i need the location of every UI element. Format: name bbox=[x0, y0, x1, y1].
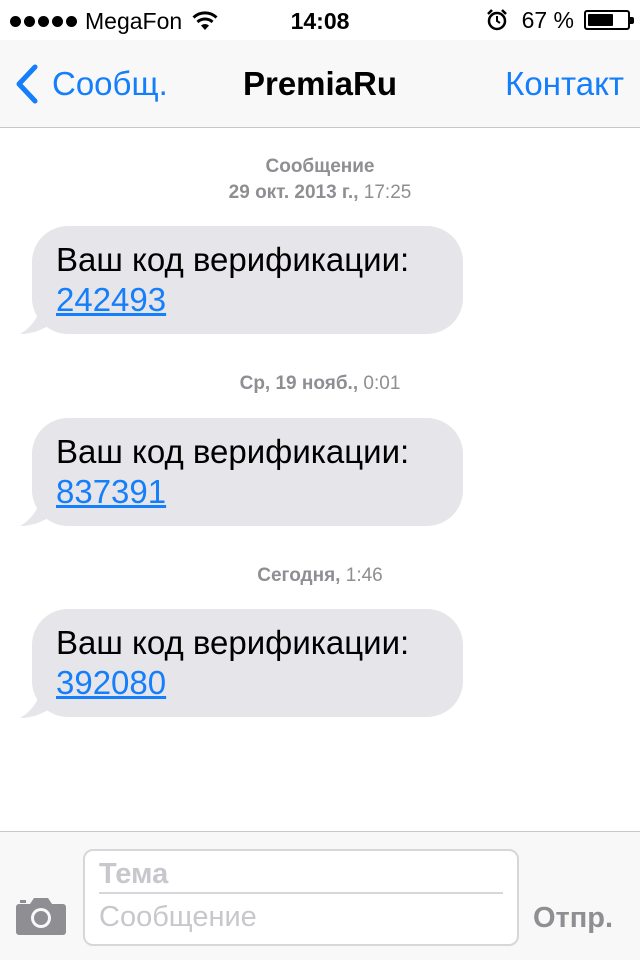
timestamp-time: 0:01 bbox=[358, 373, 401, 394]
message-text: Ваш код верификации: bbox=[56, 433, 410, 470]
subject-input[interactable]: Тема bbox=[99, 858, 503, 894]
timestamp-time: 17:25 bbox=[358, 182, 412, 203]
battery-fill bbox=[588, 14, 614, 26]
battery-icon bbox=[584, 10, 634, 30]
timestamp: Сегодня, 1:46 bbox=[0, 563, 640, 589]
message-bubble[interactable]: Ваш код верификации: 242493 bbox=[32, 226, 463, 334]
verification-code-link[interactable]: 392080 bbox=[56, 663, 166, 703]
nav-bar: Сообщ. PremiaRu Контакт bbox=[0, 40, 640, 128]
timestamp-date: Сегодня, bbox=[257, 565, 341, 586]
timestamp-time: 1:46 bbox=[340, 565, 383, 586]
message-bubble[interactable]: Ваш код верификации: 392080 bbox=[32, 609, 463, 717]
verification-code-link[interactable]: 242493 bbox=[56, 280, 166, 320]
status-right: 67 % bbox=[486, 6, 634, 33]
battery-percentage: 67 % bbox=[521, 6, 574, 33]
contact-button[interactable]: Контакт bbox=[505, 65, 624, 103]
timestamp: Сообщение 29 окт. 2013 г., 17:25 bbox=[0, 154, 640, 206]
message-text: Ваш код верификации: bbox=[56, 624, 410, 661]
message-input-box[interactable]: Тема Сообщение bbox=[83, 849, 519, 946]
alarm-clock-icon bbox=[486, 9, 507, 31]
verification-code-link[interactable]: 837391 bbox=[56, 472, 166, 512]
message-list[interactable]: Сообщение 29 окт. 2013 г., 17:25 Ваш код… bbox=[0, 128, 640, 831]
message-bubble[interactable]: Ваш код верификации: 837391 bbox=[32, 418, 463, 526]
message-text: Ваш код верификации: bbox=[56, 241, 410, 278]
status-bar: MegaFon 14:08 67 % bbox=[0, 0, 640, 40]
timestamp-date: 29 окт. 2013 г., bbox=[228, 182, 359, 203]
timestamp-label: Сообщение bbox=[265, 156, 375, 177]
timestamp: Ср, 19 нояб., 0:01 bbox=[0, 371, 640, 397]
composer-bar: Тема Сообщение Отпр. bbox=[0, 831, 640, 960]
camera-icon[interactable] bbox=[15, 894, 67, 936]
timestamp-date: Ср, 19 нояб., bbox=[239, 373, 359, 394]
message-input[interactable]: Сообщение bbox=[99, 901, 503, 937]
send-button[interactable]: Отпр. bbox=[533, 902, 613, 935]
